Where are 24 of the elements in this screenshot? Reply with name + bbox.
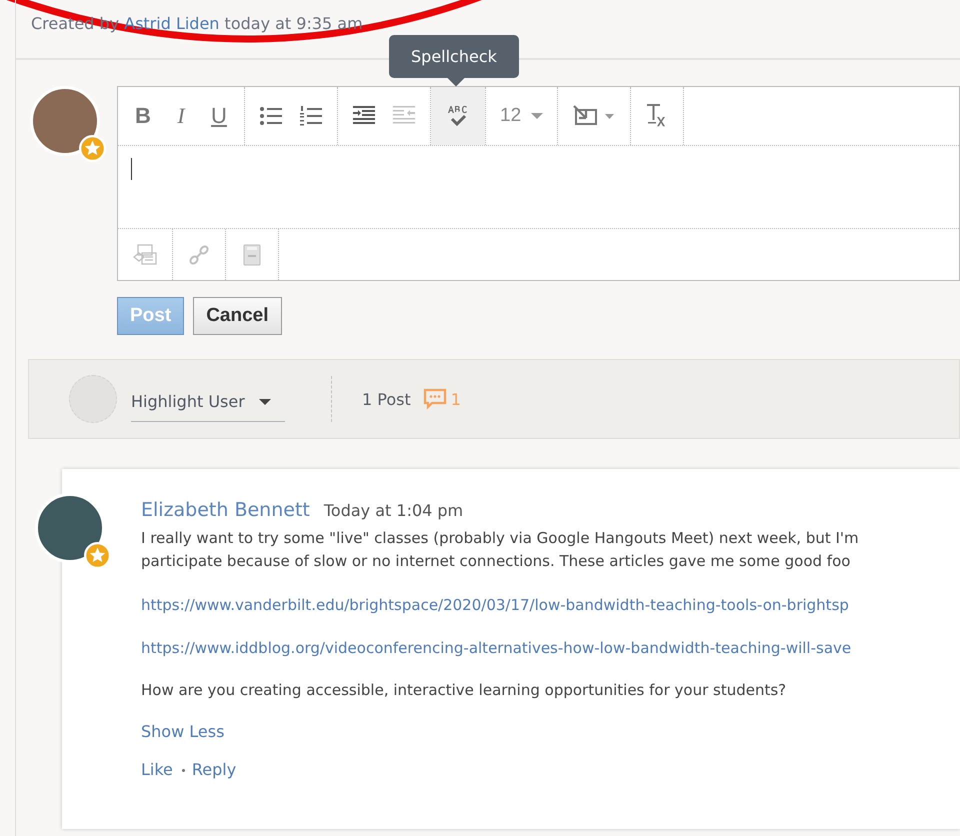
format-button[interactable]: U — [200, 87, 238, 145]
format-button[interactable]: I — [162, 87, 200, 145]
reply-link[interactable]: Reply — [192, 759, 236, 781]
post-text-line: participate because of slow or no internet connections. These articles gave me some good foo — [141, 551, 852, 572]
show-less-link[interactable]: Show Less — [141, 721, 224, 743]
article-link[interactable]: https://www.vanderbilt.edu/brightspace/2020/03/17/low-bandwidth-teaching-tools-on-brightsp — [141, 594, 849, 616]
star-badge-icon — [79, 135, 106, 162]
font-size-dropdown[interactable]: 12 — [492, 87, 552, 145]
format-button[interactable]: B — [124, 87, 162, 145]
post-time: Today at 1:04 pm — [324, 501, 464, 520]
avatar-placeholder — [69, 375, 117, 423]
post-text-line: I really want to try some "live" classes (probably via Google Hangouts Meet) next week, but I'm — [141, 528, 859, 549]
article-link[interactable]: https://www.iddblog.org/videoconferencing-alternatives-how-low-bandwidth-teaching-will-save — [141, 637, 852, 659]
speech-bubble-icon — [422, 388, 447, 410]
author-link[interactable]: Astrid Liden — [124, 14, 220, 33]
like-link[interactable]: Like — [141, 759, 173, 781]
star-badge-icon — [84, 542, 111, 569]
cancel-button[interactable]: Cancel — [193, 297, 282, 335]
author-link[interactable]: Elizabeth Bennett — [141, 499, 310, 521]
reply-count: 1 — [450, 390, 461, 408]
post-text: How are you creating accessible, interactive learning opportunities for your students? — [141, 680, 786, 701]
post-count: 1 Post — [362, 390, 411, 408]
highlight-user-dropdown[interactable]: Highlight User — [131, 384, 285, 422]
spellcheck-icon[interactable] — [431, 87, 485, 145]
